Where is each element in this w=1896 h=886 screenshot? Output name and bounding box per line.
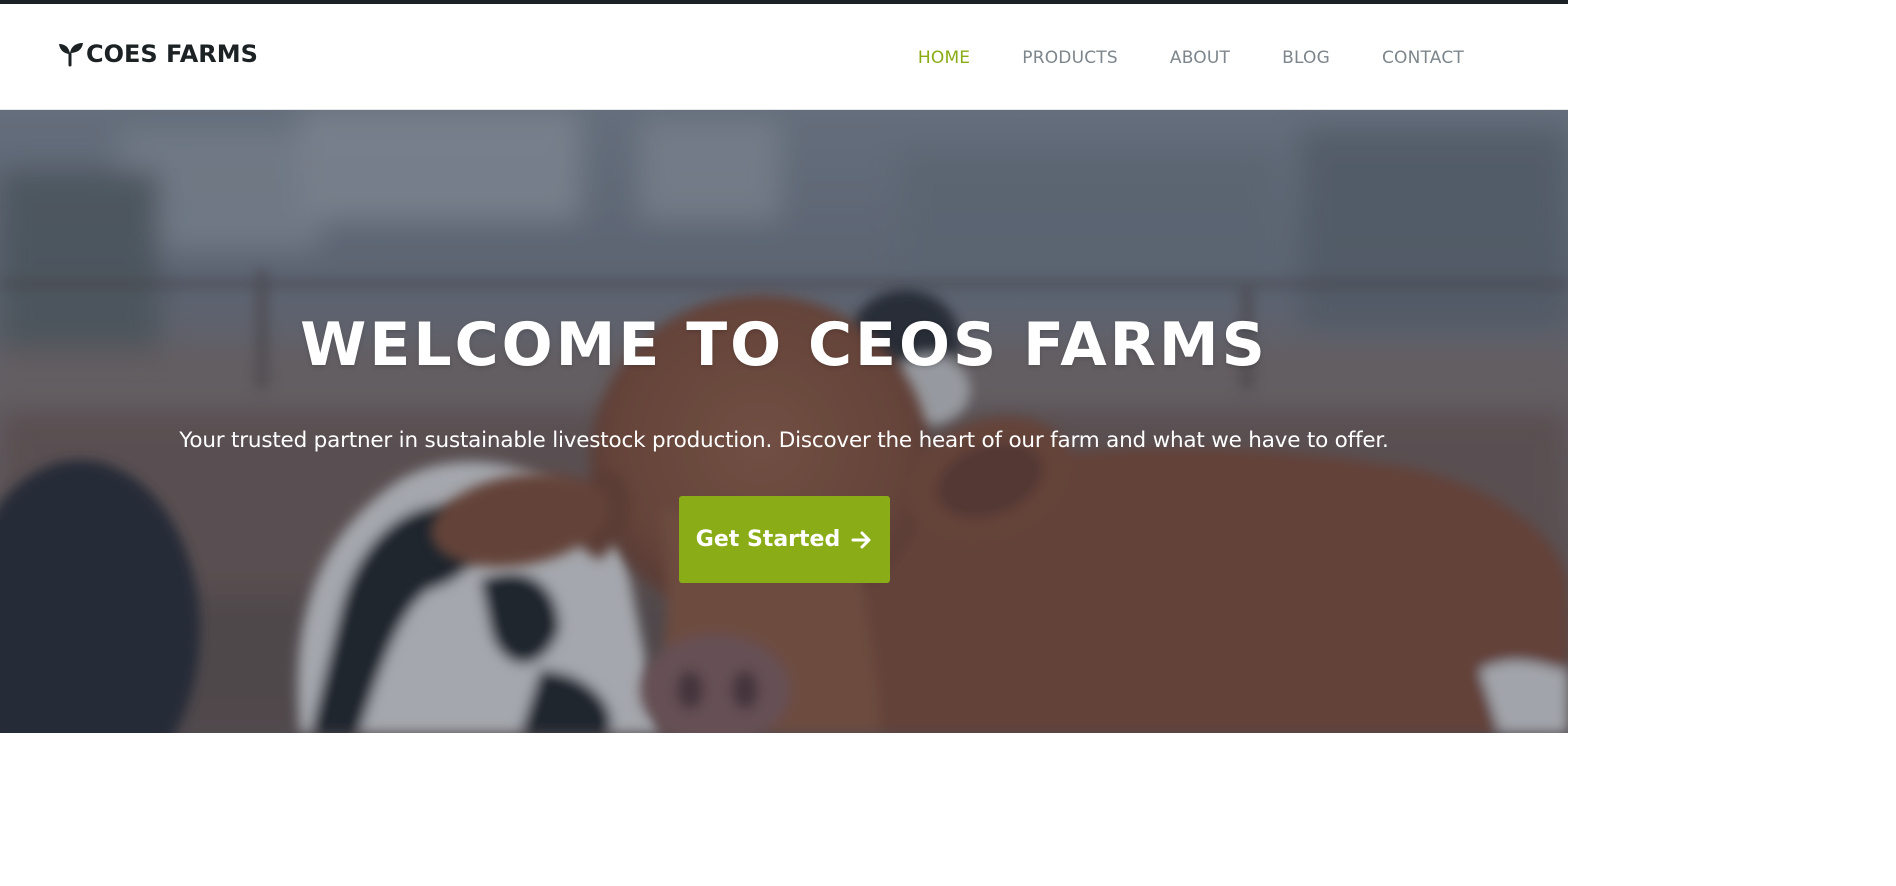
get-started-label: Get Started [695, 527, 841, 552]
main-navigation: HOME PRODUCTS ABOUT BLOG CONTACT [918, 48, 1464, 68]
nav-about[interactable]: ABOUT [1170, 48, 1230, 68]
brand-name: COES FARMS [86, 39, 258, 68]
get-started-button[interactable]: Get Started [678, 496, 890, 583]
nav-home[interactable]: HOME [918, 48, 970, 68]
nav-blog[interactable]: BLOG [1282, 48, 1330, 68]
arrow-right-icon [851, 531, 871, 548]
site-header: COES FARMS HOME PRODUCTS ABOUT BLOG CONT… [0, 4, 1568, 110]
brand-logo[interactable]: COES FARMS [58, 40, 258, 68]
hero-content: WELCOME TO CEOS FARMS Your trusted partn… [0, 310, 1568, 583]
nav-products[interactable]: PRODUCTS [1022, 48, 1118, 68]
sprout-icon [59, 42, 83, 66]
hero-section: WELCOME TO CEOS FARMS Your trusted partn… [0, 110, 1568, 733]
nav-contact[interactable]: CONTACT [1382, 48, 1464, 68]
hero-subtitle: Your trusted partner in sustainable live… [179, 428, 1389, 453]
hero-title: WELCOME TO CEOS FARMS [300, 310, 1268, 380]
